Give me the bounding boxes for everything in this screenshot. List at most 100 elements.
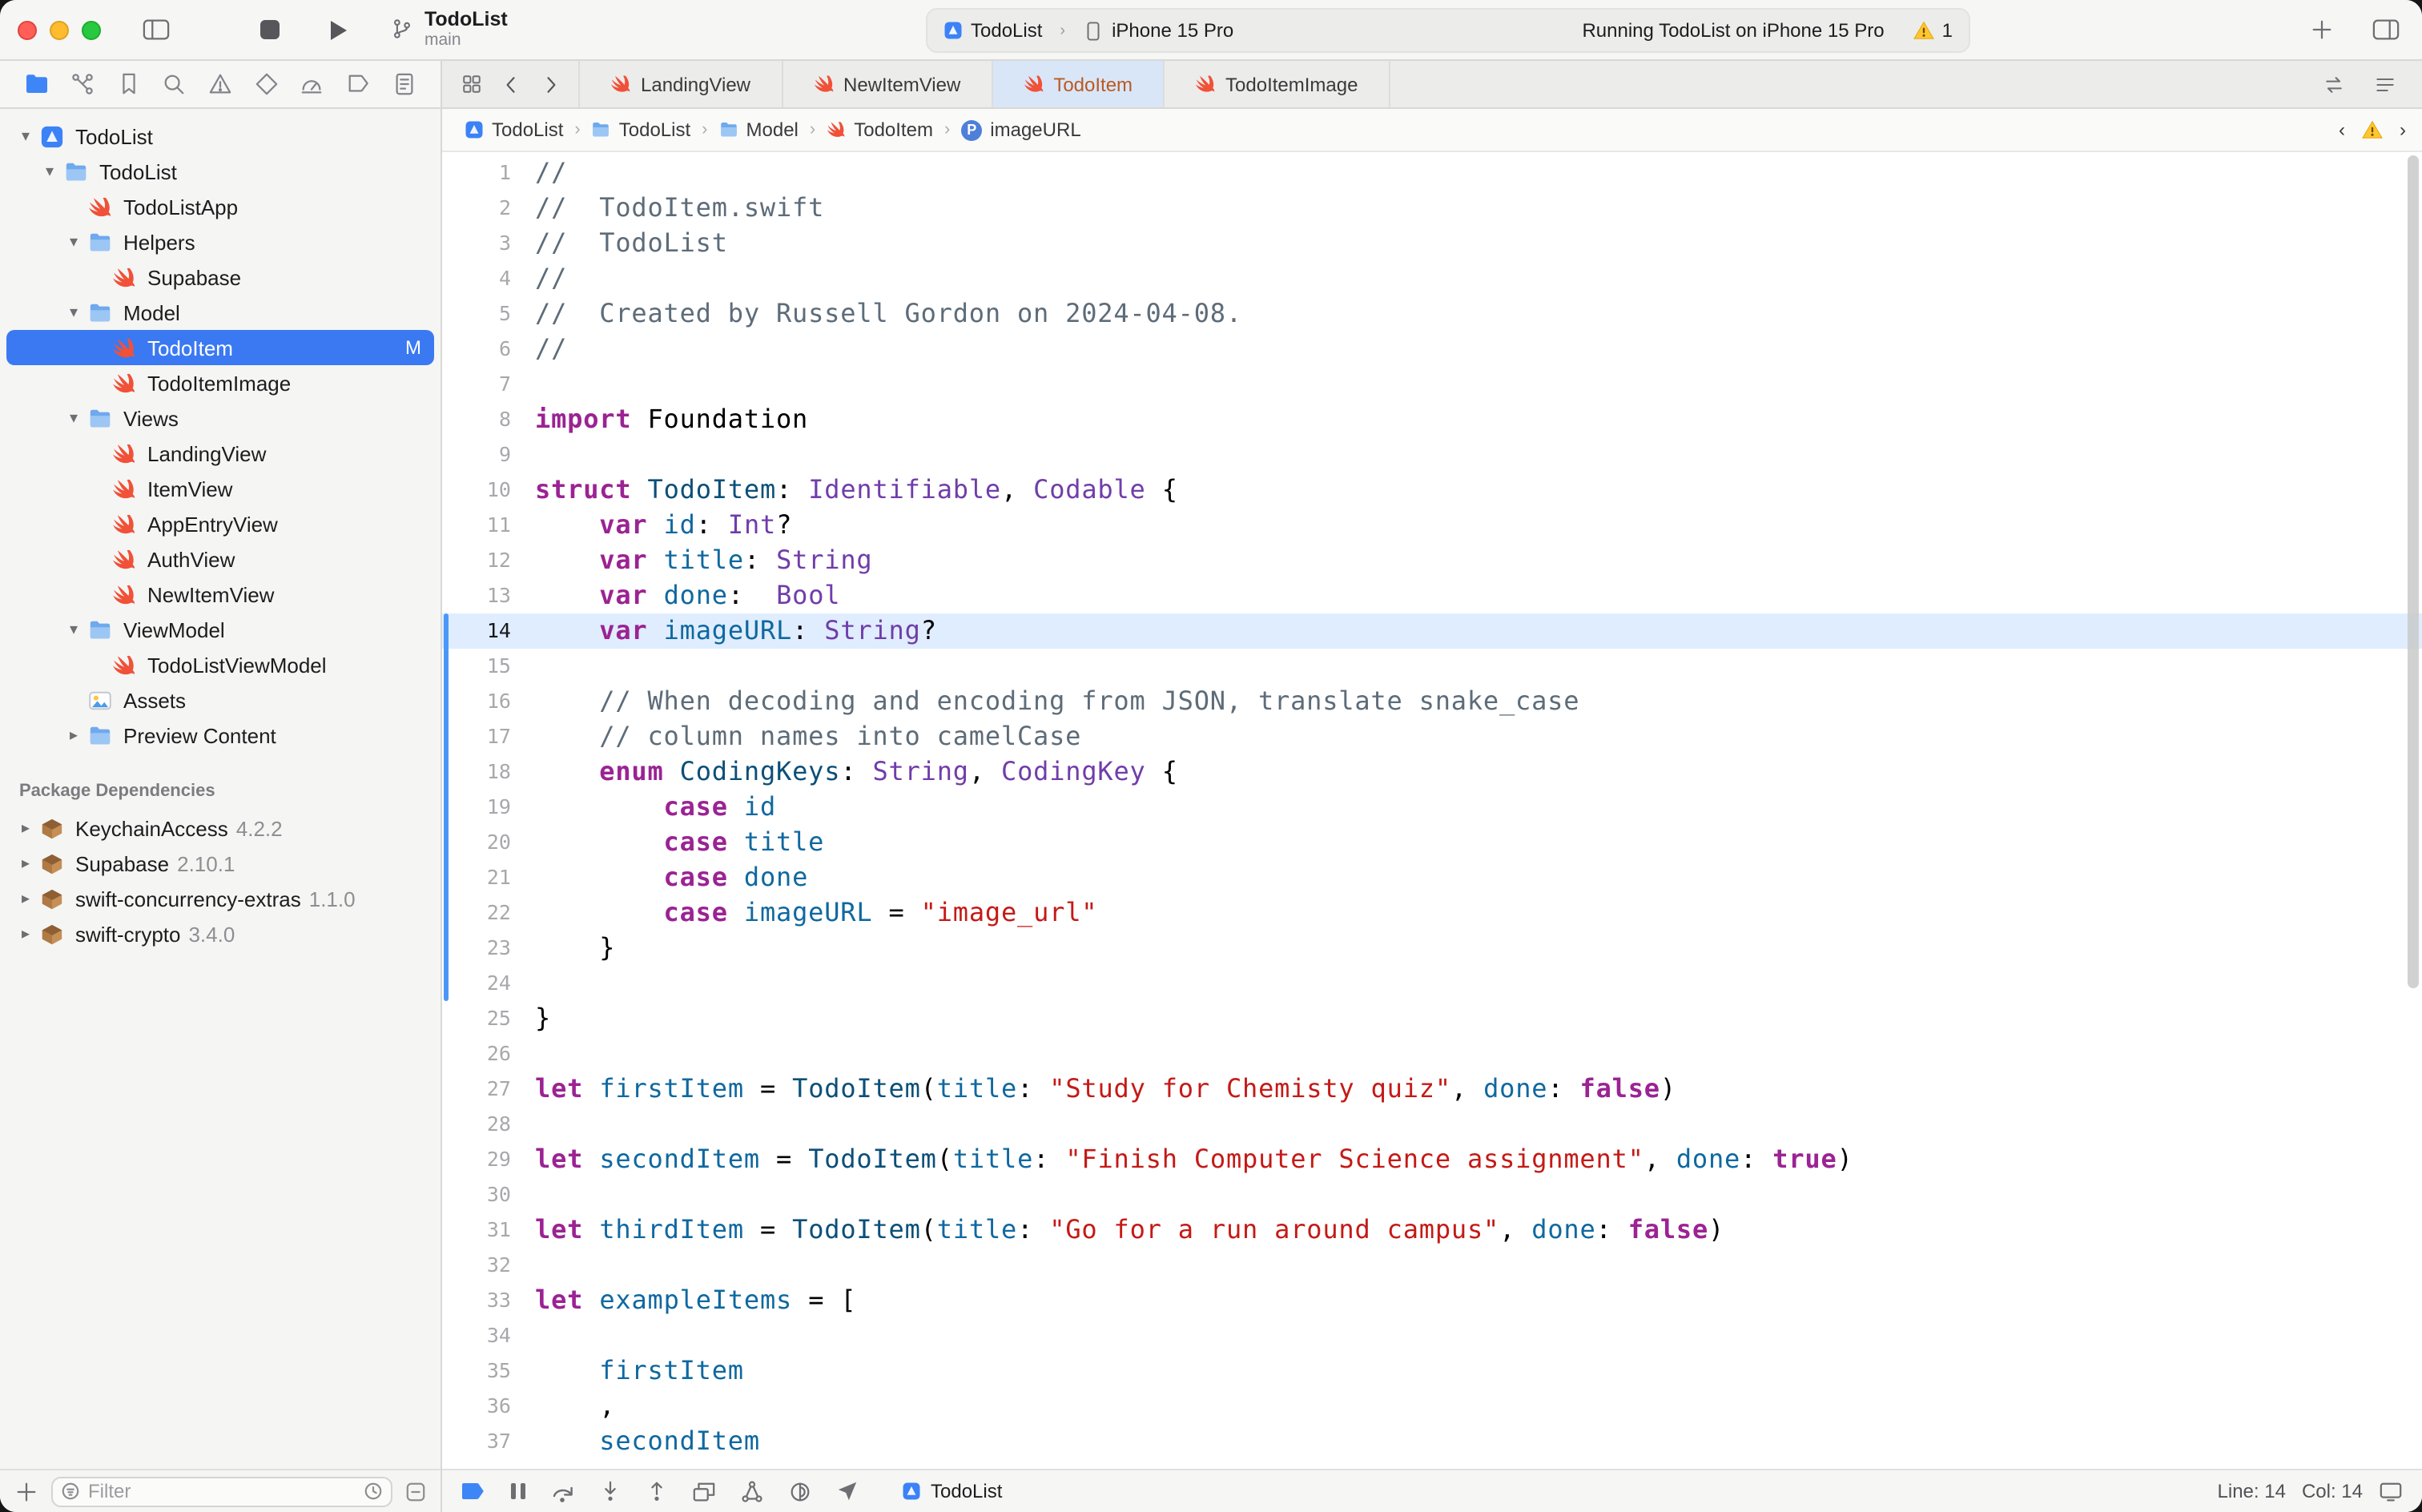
tree-item-todoitem[interactable]: TodoItemM: [6, 330, 434, 365]
minimize-window-button[interactable]: [50, 20, 69, 39]
package-item-swift-crypto[interactable]: ▸swift-crypto3.4.0: [6, 916, 434, 951]
tab-newitemview[interactable]: NewItemView: [783, 61, 992, 107]
step-over-icon[interactable]: [551, 1479, 575, 1503]
tree-item-landingview[interactable]: LandingView: [6, 436, 434, 471]
filter-scope-icon[interactable]: [405, 1481, 426, 1502]
code-line-15[interactable]: 15: [442, 649, 2422, 684]
code-line-26[interactable]: 26: [442, 1036, 2422, 1072]
package-item-supabase[interactable]: ▸Supabase2.10.1: [6, 846, 434, 881]
tree-item-appentryview[interactable]: AppEntryView: [6, 506, 434, 541]
disclosure-right-icon[interactable]: ▸: [13, 855, 38, 872]
tab-todoitemimage[interactable]: TodoItemImage: [1165, 61, 1390, 107]
navigator-tab-debug-icon[interactable]: [298, 70, 327, 99]
tree-item-viewmodel[interactable]: ▾ViewModel: [6, 612, 434, 647]
code-line-18[interactable]: 18 enum CodingKeys: String, CodingKey {: [442, 754, 2422, 790]
code-line-32[interactable]: 32: [442, 1248, 2422, 1283]
tab-landingview[interactable]: LandingView: [578, 61, 783, 107]
disclosure-down-icon[interactable]: ▾: [61, 233, 86, 251]
pause-icon[interactable]: [509, 1482, 527, 1501]
tree-item-newitemview[interactable]: NewItemView: [6, 577, 434, 612]
disclosure-right-icon[interactable]: ▸: [61, 726, 86, 744]
stop-button[interactable]: [260, 19, 280, 40]
code-line-20[interactable]: 20 case title: [442, 825, 2422, 860]
activity-status-bar[interactable]: TodoList › iPhone 15 Pro Running TodoLis…: [926, 8, 1970, 53]
disclosure-right-icon[interactable]: ▸: [13, 890, 38, 907]
previous-issue-icon[interactable]: ‹: [2339, 119, 2345, 141]
code-line-35[interactable]: 35 firstItem: [442, 1353, 2422, 1389]
filter-input[interactable]: Filter: [51, 1476, 392, 1506]
code-line-4[interactable]: 4//: [442, 261, 2422, 296]
related-items-grid-icon[interactable]: [461, 74, 482, 94]
code-line-30[interactable]: 30: [442, 1177, 2422, 1212]
breadcrumb-item-imageurl[interactable]: PimageURL: [961, 119, 1080, 141]
next-issue-icon[interactable]: ›: [2400, 119, 2406, 141]
step-out-icon[interactable]: [646, 1480, 668, 1502]
disclosure-down-icon[interactable]: ▾: [37, 163, 62, 180]
navigator-tab-find-icon[interactable]: [160, 70, 189, 99]
tree-item-authview[interactable]: AuthView: [6, 541, 434, 577]
code-line-12[interactable]: 12 var title: String: [442, 543, 2422, 578]
toggle-left-sidebar-icon[interactable]: [143, 16, 170, 43]
editor-swap-icon[interactable]: [2323, 73, 2345, 95]
toggle-right-sidebar-icon[interactable]: [2372, 16, 2400, 43]
code-line-27[interactable]: 27let firstItem = TodoItem(title: "Study…: [442, 1072, 2422, 1107]
code-line-10[interactable]: 10struct TodoItem: Identifiable, Codable…: [442, 472, 2422, 508]
code-line-25[interactable]: 25}: [442, 1001, 2422, 1036]
code-line-19[interactable]: 19 case id: [442, 790, 2422, 825]
tree-item-todolist[interactable]: ▾TodoList: [6, 154, 434, 189]
go-back-icon[interactable]: [500, 73, 522, 95]
navigator-tab-reports-icon[interactable]: [389, 70, 418, 99]
disclosure-down-icon[interactable]: ▾: [61, 409, 86, 427]
close-window-button[interactable]: [18, 20, 37, 39]
go-forward-icon[interactable]: [540, 73, 562, 95]
disclosure-down-icon[interactable]: ▾: [61, 304, 86, 321]
tree-item-todolistapp[interactable]: TodoListApp: [6, 189, 434, 224]
code-line-36[interactable]: 36 ,: [442, 1389, 2422, 1424]
tab-todoitem[interactable]: TodoItem: [992, 61, 1165, 107]
code-line-5[interactable]: 5// Created by Russell Gordon on 2024-04…: [442, 296, 2422, 332]
breadcrumb-item-todoitem[interactable]: TodoItem: [827, 119, 933, 141]
disclosure-right-icon[interactable]: ▸: [13, 925, 38, 943]
code-line-28[interactable]: 28: [442, 1107, 2422, 1142]
breadcrumb-item-todolist[interactable]: TodoList: [592, 119, 690, 141]
source-editor[interactable]: 1//2// TodoItem.swift3// TodoList4//5// …: [442, 152, 2422, 1469]
zoom-window-button[interactable]: [82, 20, 101, 39]
tree-item-todoitemimage[interactable]: TodoItemImage: [6, 365, 434, 400]
view-hierarchy-icon[interactable]: [692, 1479, 716, 1503]
tree-item-views[interactable]: ▾Views: [6, 400, 434, 436]
code-line-11[interactable]: 11 var id: Int?: [442, 508, 2422, 543]
package-item-keychainaccess[interactable]: ▸KeychainAccess4.2.2: [6, 810, 434, 846]
new-tab-button[interactable]: [2310, 18, 2334, 42]
tree-item-preview-content[interactable]: ▸Preview Content: [6, 718, 434, 753]
code-line-9[interactable]: 9: [442, 437, 2422, 472]
warning-indicator[interactable]: 1: [1913, 19, 1953, 42]
breadcrumb-item-todolist[interactable]: TodoList: [465, 119, 563, 141]
navigator-tab-project-icon[interactable]: [22, 70, 51, 99]
code-line-23[interactable]: 23 }: [442, 931, 2422, 966]
tree-item-model[interactable]: ▾Model: [6, 295, 434, 330]
code-line-21[interactable]: 21 case done: [442, 860, 2422, 895]
tree-item-todolist[interactable]: ▾TodoList: [6, 119, 434, 154]
code-line-17[interactable]: 17 // column names into camelCase: [442, 719, 2422, 754]
navigator-tab-bookmarks-icon[interactable]: [115, 70, 143, 99]
breadcrumb-item-model[interactable]: Model: [719, 119, 799, 141]
code-line-7[interactable]: 7: [442, 367, 2422, 402]
package-item-swift-concurrency-extras[interactable]: ▸swift-concurrency-extras1.1.0: [6, 881, 434, 916]
code-line-3[interactable]: 3// TodoList: [442, 226, 2422, 261]
issue-warning-icon[interactable]: [2361, 120, 2384, 139]
navigator-tab-breakpoints-icon[interactable]: [344, 70, 372, 99]
code-line-24[interactable]: 24: [442, 966, 2422, 1001]
code-line-1[interactable]: 1//: [442, 155, 2422, 191]
code-line-37[interactable]: 37 secondItem: [442, 1424, 2422, 1459]
code-line-31[interactable]: 31let thirdItem = TodoItem(title: "Go fo…: [442, 1212, 2422, 1248]
code-line-8[interactable]: 8import Foundation: [442, 402, 2422, 437]
code-line-13[interactable]: 13 var done: Bool: [442, 578, 2422, 613]
disclosure-down-icon[interactable]: ▾: [13, 127, 38, 145]
environment-overrides-icon[interactable]: [788, 1479, 812, 1503]
code-line-29[interactable]: 29let secondItem = TodoItem(title: "Fini…: [442, 1142, 2422, 1177]
code-line-33[interactable]: 33let exampleItems = [: [442, 1283, 2422, 1318]
breakpoints-fill-icon[interactable]: [461, 1481, 485, 1502]
tree-item-helpers[interactable]: ▾Helpers: [6, 224, 434, 259]
add-item-icon[interactable]: [14, 1479, 38, 1503]
simulate-location-icon[interactable]: [836, 1480, 859, 1502]
